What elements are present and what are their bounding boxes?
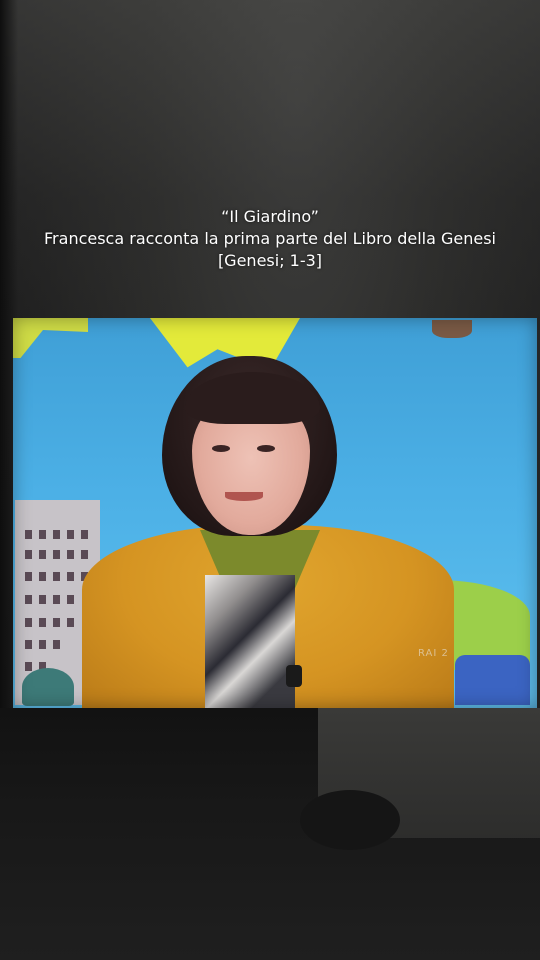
object-shadow [300, 790, 400, 850]
set-decoration-blue [455, 655, 530, 705]
lapel-microphone [286, 665, 302, 687]
wall [0, 0, 540, 330]
presenter-right-eye [257, 445, 275, 452]
caption-title: “Il Giardino” [221, 207, 319, 226]
video-caption: “Il Giardino” Francesca racconta la prim… [0, 206, 540, 272]
presenter-shirt [205, 575, 295, 710]
set-decoration-brown [432, 320, 472, 338]
presenter-mouth [225, 492, 263, 501]
caption-subtitle: Francesca racconta la prima parte del Li… [44, 229, 496, 248]
channel-logo: RAI 2 [418, 648, 449, 659]
set-decoration-bush [22, 668, 74, 706]
photo-scene: “Il Giardino” Francesca racconta la prim… [0, 0, 540, 960]
caption-reference: [Genesi; 1-3] [217, 251, 323, 270]
presenter-left-eye [212, 445, 230, 452]
